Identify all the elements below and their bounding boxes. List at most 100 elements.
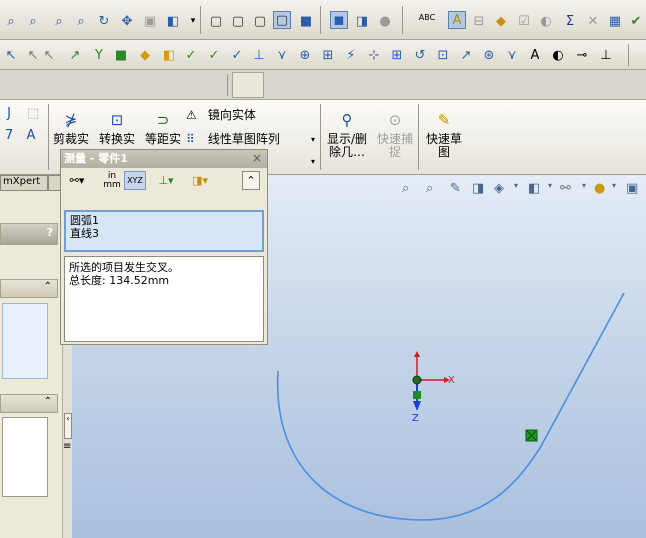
feature-manager-panel: mXpert ? ⌃ ⌃ — [0, 175, 62, 538]
weld-icon[interactable]: ◐ — [537, 12, 555, 30]
note-icon[interactable]: A — [448, 11, 466, 29]
pattern-icon: ⠿ — [186, 132, 195, 146]
check-icon[interactable]: ✔ — [627, 12, 645, 30]
pan-icon[interactable]: ✥ — [118, 12, 136, 30]
hidden-lines-icon[interactable]: ▢ — [229, 12, 247, 30]
hole-callout-icon[interactable]: ✕ — [584, 12, 602, 30]
section-view-icon[interactable]: ◨ — [353, 12, 371, 30]
view-cube-icon[interactable]: ◧ — [164, 12, 182, 30]
shaded-edges-icon[interactable]: ▢ — [273, 11, 291, 29]
help-icon[interactable]: ? — [47, 226, 53, 239]
scale-icon[interactable]: ⊡ — [434, 46, 452, 64]
select-icon[interactable]: ↖ — [2, 46, 20, 64]
grid-icon[interactable]: ⬚ — [24, 104, 42, 122]
selected-item[interactable]: 直线3 — [70, 227, 258, 240]
rectangle-icon[interactable]: ■ — [112, 46, 130, 64]
display-delete-relations-button[interactable]: ⚲ 显示/删 除几… — [324, 113, 370, 159]
surface-finish-icon[interactable]: ◆ — [492, 12, 510, 30]
view-orient-icon[interactable]: ▣ — [141, 12, 159, 30]
options-list[interactable] — [2, 417, 48, 497]
collapse-arrow-icon[interactable]: ‹ — [64, 413, 72, 439]
coordinate-system-icon[interactable]: ◨▾ — [186, 171, 214, 190]
point-to-point-icon[interactable]: ⊥▾ — [152, 171, 180, 190]
collapse-icon[interactable]: ⌃ — [242, 171, 260, 190]
panel-header: ? — [0, 223, 58, 245]
collapse-icon[interactable]: ⌃ — [44, 281, 52, 292]
offset-entities-button[interactable]: ⊃ 等距实 — [144, 111, 182, 146]
copy-icon[interactable]: ⊞ — [388, 46, 406, 64]
selection-list[interactable] — [2, 303, 48, 379]
arc-circle-options-icon[interactable]: ⚯▾ — [66, 171, 88, 190]
shaded-icon[interactable]: ■ — [297, 12, 315, 30]
wireframe-icon[interactable]: ▢ — [207, 12, 225, 30]
realview-icon[interactable]: ● — [376, 12, 394, 30]
mirror-entities-button[interactable]: ⚠ 镜向实体 — [186, 106, 306, 122]
trim-entities-button[interactable]: ⋡ 剪裁实 — [52, 111, 90, 146]
horizontal-icon[interactable]: ⊸ — [573, 46, 591, 64]
section-header[interactable]: ⌃ — [0, 279, 58, 298]
chamfer-icon[interactable]: ⚡ — [342, 46, 360, 64]
split-icon[interactable]: ⋎ — [503, 46, 521, 64]
rotate-icon[interactable]: ↻ — [95, 12, 113, 30]
circle-icon[interactable]: ◆ — [136, 46, 154, 64]
trim-icon: ⋡ — [64, 111, 78, 129]
sketch-toolbar: ↖ ↖ ↖ ↗ Y ■ ◆ ◧ ✓ ✓ ✓ ⊥ ⋎ ⊕ ⊞ ⚡ ⊹ ⊞ ↺ ⊡ … — [0, 40, 646, 70]
separator — [227, 74, 228, 96]
origin-point[interactable] — [412, 375, 422, 385]
extend-icon[interactable]: ⊥ — [250, 46, 268, 64]
zoom-fit-icon[interactable]: ⌕ — [2, 12, 20, 30]
tab-dimxpert[interactable]: mXpert — [0, 175, 48, 191]
offset-icon: ⊃ — [156, 111, 170, 129]
selection-list[interactable]: 圆弧1 直线3 — [64, 210, 264, 252]
rapid-sketch-button[interactable]: ✎ 快速草 图 — [422, 113, 466, 159]
move-icon[interactable]: ⊹ — [365, 46, 383, 64]
shadows-icon[interactable]: ◼ — [330, 11, 348, 29]
tab-placeholder[interactable] — [232, 72, 264, 98]
smart-dimension-icon[interactable]: ↗ — [66, 46, 84, 64]
zoom-select-icon[interactable]: ⌕ — [72, 12, 90, 30]
hidden-removed-icon[interactable]: ▢ — [251, 12, 269, 30]
partial-icon[interactable]: J — [0, 104, 18, 122]
point-icon[interactable]: ✓ — [205, 46, 223, 64]
table-icon[interactable]: ▦ — [606, 12, 624, 30]
linear-pattern-button[interactable]: ⠿ 线性草图阵列 — [186, 130, 316, 146]
spell-check-icon[interactable]: ABC — [418, 8, 436, 26]
section-header[interactable]: ⌃ — [0, 394, 58, 413]
arc-entity[interactable] — [276, 370, 541, 521]
pointer-icon[interactable]: ↖ — [40, 46, 58, 64]
offset-icon[interactable]: ⋎ — [273, 46, 291, 64]
collapse-icon[interactable]: ⌃ — [44, 396, 52, 407]
quick-snaps-button[interactable]: ⊙ 快速捕 捉 — [374, 113, 416, 159]
line-icon[interactable]: Y — [90, 46, 108, 64]
datum-icon[interactable]: ☑ — [515, 12, 533, 30]
grip-icon[interactable]: ≡ — [63, 441, 71, 452]
stretch-icon[interactable]: ↗ — [457, 46, 475, 64]
mirror-icon[interactable]: ⊕ — [296, 46, 314, 64]
balloon-icon[interactable]: ⊟ — [470, 12, 488, 30]
line-entity[interactable] — [539, 292, 625, 449]
separator — [402, 6, 403, 34]
spline-icon[interactable]: ✓ — [182, 46, 200, 64]
measure-dialog: 测量 - 零件1 × ⚯▾ in mm XYZ ⊥▾ ◨▾ ⌃ 圆弧1 直线3 … — [60, 149, 268, 345]
separator — [200, 6, 201, 34]
fillet-icon[interactable]: ⊞ — [319, 46, 337, 64]
rotate-entity-icon[interactable]: ↺ — [411, 46, 429, 64]
z-axis-label: Z — [412, 413, 419, 424]
text-icon[interactable]: A — [526, 46, 544, 64]
close-icon[interactable]: × — [252, 151, 262, 165]
xyz-measure-button[interactable]: XYZ — [124, 171, 146, 190]
vertical-icon[interactable]: ⊥ — [597, 46, 615, 64]
selected-item[interactable]: 圆弧1 — [70, 214, 258, 227]
result-total-length: 总长度: 134.52mm — [69, 274, 170, 287]
convert-entities-button[interactable]: ⊡ 转换实 — [98, 113, 136, 146]
partial-icon-2[interactable]: 7 — [0, 126, 18, 144]
trim-icon[interactable]: ✓ — [228, 46, 246, 64]
pattern-icon[interactable]: ⊛ — [480, 46, 498, 64]
sum-icon[interactable]: Σ — [561, 12, 579, 30]
arc-icon[interactable]: ◧ — [160, 46, 178, 64]
units-button[interactable]: in mm — [102, 171, 122, 190]
text-tool-icon[interactable]: A — [22, 126, 40, 144]
zoom-in-out-icon[interactable]: ⌕ — [50, 12, 68, 30]
construction-icon[interactable]: ◐ — [549, 46, 567, 64]
zoom-area-icon[interactable]: ⌕ — [24, 12, 42, 30]
